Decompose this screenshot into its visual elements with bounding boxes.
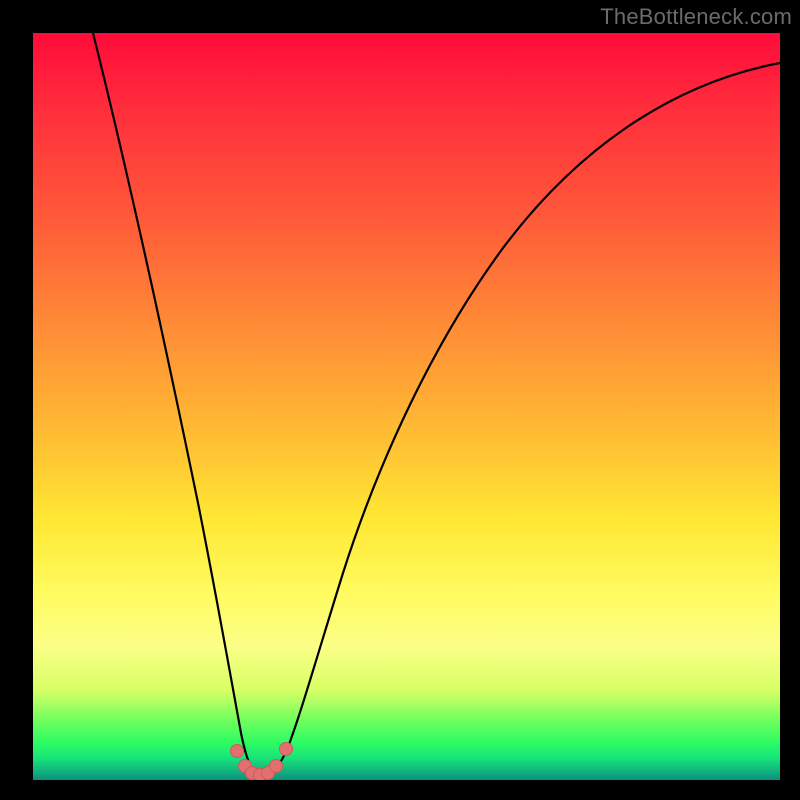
plot-area xyxy=(33,33,780,780)
bottleneck-curve xyxy=(33,33,780,780)
marker-group xyxy=(231,743,293,781)
watermark-text: TheBottleneck.com xyxy=(600,4,792,30)
curve-path xyxy=(93,33,780,775)
chart-frame: TheBottleneck.com xyxy=(0,0,800,800)
